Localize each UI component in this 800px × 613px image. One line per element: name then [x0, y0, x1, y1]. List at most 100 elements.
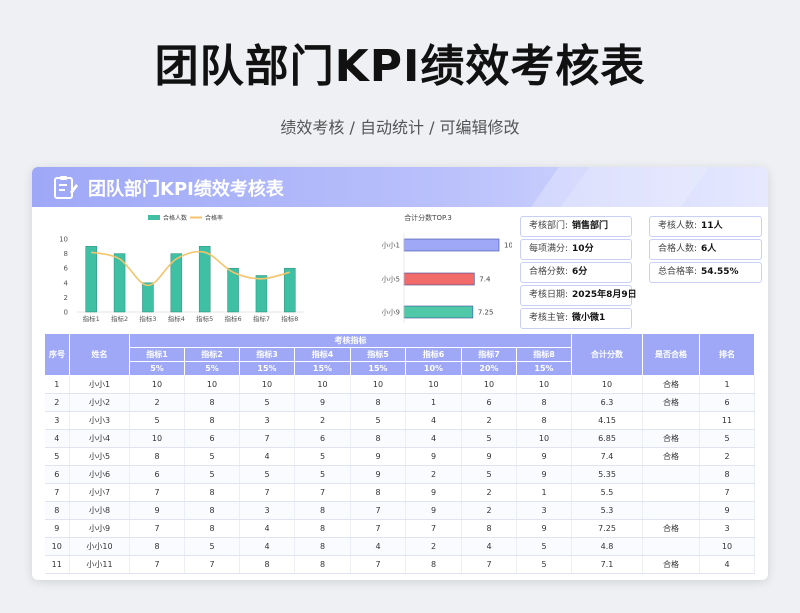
- table-cell: 6: [129, 465, 185, 484]
- header-weight: 15%: [294, 361, 351, 376]
- info-right-item: 合格人数: 6人: [649, 239, 762, 260]
- top3-value-label: 7.25: [478, 309, 494, 317]
- header-rank: 排名: [699, 333, 755, 376]
- header-weight: 5%: [129, 361, 185, 376]
- table-row: 10 小小10 8 5 4 8 4 2 4 5 4.8 10: [44, 537, 755, 556]
- top3-category-label: 小小1: [382, 241, 400, 250]
- top3-value-label: 7.4: [479, 276, 491, 284]
- table-cell: 10: [184, 375, 240, 394]
- header-weight: 5%: [184, 361, 240, 376]
- table-cell: 8: [44, 501, 70, 520]
- x-tick-label: 指标1: [83, 314, 100, 323]
- x-tick-label: 指标3: [139, 314, 156, 323]
- table-cell: 4: [239, 537, 295, 556]
- table-cell: 2: [461, 411, 517, 430]
- table-cell: 10: [294, 375, 351, 394]
- legend-label: 合格率: [205, 214, 223, 222]
- header-weight: 15%: [239, 361, 295, 376]
- table-cell: 8: [129, 537, 185, 556]
- table-cell: 10: [516, 429, 572, 448]
- table-row: 5 小小5 8 5 4 5 9 9 9 9 7.4 合格 2: [44, 447, 755, 466]
- header-weight: 10%: [405, 361, 462, 376]
- table-cell: 5.3: [571, 501, 643, 520]
- table-cell: 10: [699, 537, 755, 556]
- top3-chart: 合计分数TOP.3 小小1 10 小小5 7.4 小小9 7.25: [382, 213, 512, 323]
- x-tick-label: 指标2: [111, 314, 128, 323]
- table-cell: 5: [184, 465, 240, 484]
- table-cell: 1: [44, 375, 70, 394]
- header-total: 合计分数: [571, 333, 643, 376]
- table-row: 4 小小4 10 6 7 6 8 4 5 10 6.85 合格 5: [44, 429, 755, 448]
- table-cell: 8: [516, 393, 572, 412]
- card-banner: 团队部门KPI绩效考核表: [32, 167, 768, 207]
- bar: [198, 246, 211, 313]
- table-cell: 8: [294, 537, 351, 556]
- table-cell: 小小10: [69, 537, 130, 556]
- table-cell: 7: [699, 483, 755, 502]
- header-pass: 是否合格: [642, 333, 700, 376]
- table-cell: 7: [350, 501, 406, 520]
- table-cell: 2: [294, 411, 351, 430]
- table-cell: 11: [699, 411, 755, 430]
- header-weight: 15%: [350, 361, 406, 376]
- info-left-item: 考核部门: 销售部门: [520, 216, 632, 237]
- table-cell: 7: [184, 555, 240, 574]
- table-cell: 7.1: [571, 555, 643, 574]
- header-indicator: 指标7: [461, 347, 517, 362]
- table-cell: [642, 465, 700, 484]
- table-cell: 4: [461, 537, 517, 556]
- table-cell: 9: [516, 465, 572, 484]
- table-cell: 8: [184, 483, 240, 502]
- table-cell: 合格: [642, 555, 700, 574]
- table-cell: 9: [699, 501, 755, 520]
- header-weight: 20%: [461, 361, 517, 376]
- table-cell: 6: [44, 465, 70, 484]
- bar: [227, 267, 239, 313]
- table-cell: 8: [239, 555, 295, 574]
- table-cell: 6.85: [571, 429, 643, 448]
- table-cell: 3: [239, 501, 295, 520]
- page-title: 团队部门KPI绩效考核表: [154, 41, 646, 92]
- table-cell: 4: [699, 555, 755, 574]
- table-cell: 2: [129, 393, 185, 412]
- table-cell: 10: [44, 537, 70, 556]
- table-cell: 4: [350, 537, 406, 556]
- table-cell: 4: [44, 429, 70, 448]
- top3-bar: [403, 305, 474, 319]
- table-cell: 8: [350, 483, 406, 502]
- info-label: 考核人数:: [658, 221, 698, 231]
- table-cell: 3: [44, 411, 70, 430]
- table-cell: 1: [516, 483, 572, 502]
- table-cell: 10: [461, 375, 517, 394]
- table-cell: 8: [184, 411, 240, 430]
- table-cell: 7: [294, 483, 351, 502]
- table-cell: 3: [516, 501, 572, 520]
- y-tick-label: 4: [64, 279, 69, 287]
- table-cell: 合格: [642, 393, 700, 412]
- table-cell: 5: [516, 537, 572, 556]
- table-cell: 5: [239, 465, 295, 484]
- y-tick-label: 6: [64, 265, 69, 273]
- table-cell: 小小7: [69, 483, 130, 502]
- table-row: 8 小小8 9 8 3 8 7 9 2 3 5.3 9: [44, 501, 755, 520]
- indicator-pass-chart: 合格人数 合格率 0 2 4 6 8 10 指标1 指标2 指标3 指标4 指标5 指标6 指标7 指标8: [59, 214, 304, 323]
- table-cell: 10: [516, 375, 572, 394]
- top3-bar: [403, 272, 475, 286]
- table-cell: 6: [294, 429, 351, 448]
- table-cell: 5: [294, 447, 351, 466]
- table-cell: 4: [239, 447, 295, 466]
- header-name: 姓名: [69, 333, 130, 376]
- table-cell: 小小11: [69, 555, 130, 574]
- table-cell: 8: [294, 519, 351, 538]
- table-cell: 合格: [642, 375, 700, 394]
- table-cell: 小小2: [69, 393, 130, 412]
- header-indicator: 指标1: [129, 347, 185, 362]
- table-cell: 10: [239, 375, 295, 394]
- table-cell: 4: [405, 429, 462, 448]
- table-cell: 5: [461, 465, 517, 484]
- info-left-item: 考核日期: 2025年8月9日: [520, 285, 637, 306]
- table-cell: [642, 537, 700, 556]
- top3-category-label: 小小5: [382, 275, 400, 284]
- table-cell: 6: [699, 393, 755, 412]
- table-cell: 小小3: [69, 411, 130, 430]
